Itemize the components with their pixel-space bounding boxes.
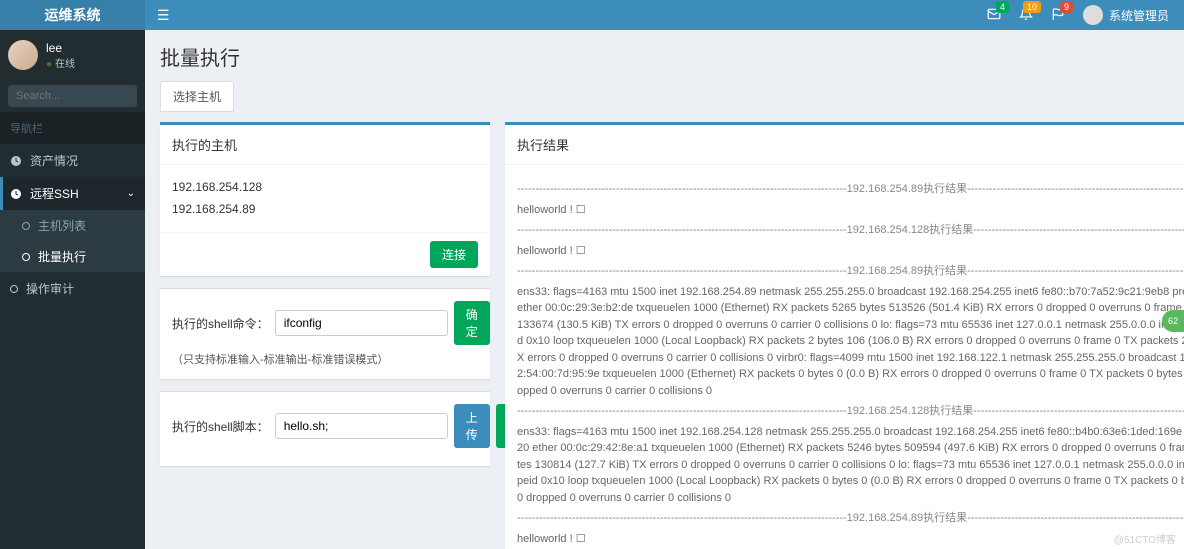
watermark: @51CTO博客	[1114, 531, 1176, 546]
sidebar-item-label: 操作审计	[26, 280, 74, 297]
avatar	[8, 40, 38, 70]
confirm-button[interactable]: 确定	[454, 301, 490, 345]
nav-header: 导航栏	[0, 112, 145, 144]
flag-icon[interactable]: 9	[1051, 7, 1065, 24]
host-list: 192.168.254.128 192.168.254.89	[160, 165, 490, 232]
mail-icon[interactable]: 4	[987, 7, 1001, 24]
result-text: ens33: flags=4163 mtu 1500 inet 192.168.…	[517, 284, 1184, 400]
sidebar-item-label: 资产情况	[30, 152, 78, 169]
result-divider: ----------------------------------------…	[517, 403, 1184, 420]
result-text: ens33: flags=4163 mtu 1500 inet 192.168.…	[517, 424, 1184, 507]
cmd-panel: 执行的shell命令： 确定 （只支持标准输入-标准输出-标准错误模式）	[160, 288, 490, 379]
sidebar-item-audit[interactable]: 操作审计	[0, 272, 145, 305]
script-label: 执行的shell脚本：	[172, 418, 269, 435]
tab-select-host[interactable]: 选择主机	[160, 81, 234, 112]
circle-icon	[22, 253, 30, 261]
connect-button[interactable]: 连接	[430, 241, 478, 268]
sidebar-item-assets[interactable]: 资产情况	[0, 144, 145, 177]
chevron-down-icon: ⌄	[127, 188, 135, 199]
sidebar-item-ssh[interactable]: 远程SSH ⌄	[0, 177, 145, 210]
upload-button[interactable]: 上传	[454, 404, 490, 448]
result-body[interactable]: ----------------------------------------…	[505, 165, 1184, 549]
sidebar-item-label: 批量执行	[38, 248, 86, 265]
result-divider: ----------------------------------------…	[517, 181, 1184, 198]
cmd-label: 执行的shell命令：	[172, 315, 269, 332]
result-text: helloworld ! ☐	[517, 531, 1184, 548]
avatar-icon	[1083, 5, 1103, 25]
brand-logo[interactable]: 运维系统	[0, 0, 145, 30]
cmd-input[interactable]	[275, 310, 448, 336]
result-panel: 执行结果 -----------------------------------…	[505, 122, 1184, 549]
username-label: 系统管理员	[1109, 7, 1169, 24]
cmd-note: （只支持标准输入-标准输出-标准错误模式）	[172, 351, 478, 367]
user-menu[interactable]: 系统管理员	[1083, 5, 1169, 25]
bell-icon[interactable]: 10	[1019, 7, 1033, 24]
tabs: 选择主机	[160, 81, 1169, 112]
topbar: 运维系统 ☰ 4 10 9 系统管理员	[0, 0, 1184, 30]
script-panel: 执行的shell脚本： 上传 执行	[160, 391, 490, 466]
circle-icon	[22, 222, 30, 230]
main-content: 批量执行 选择主机 执行的主机 192.168.254.128 192.168.…	[145, 30, 1184, 549]
circle-icon	[10, 285, 18, 293]
result-divider: ----------------------------------------…	[517, 222, 1184, 239]
menu-toggle-icon[interactable]: ☰	[145, 7, 182, 24]
online-status: 在线	[46, 55, 75, 70]
script-input[interactable]	[275, 413, 448, 439]
result-panel-title: 执行结果	[505, 125, 1184, 165]
host-item: 192.168.254.128	[172, 177, 478, 199]
search-input[interactable]	[8, 85, 166, 107]
sidebar-sub-batch[interactable]: 批量执行	[0, 241, 145, 272]
result-divider: ----------------------------------------…	[517, 510, 1184, 527]
flag-badge: 9	[1060, 1, 1073, 13]
sidebar-username: lee	[46, 41, 75, 55]
sidebar-item-label: 主机列表	[38, 217, 86, 234]
user-panel: lee 在线	[0, 30, 145, 80]
host-item: 192.168.254.89	[172, 199, 478, 221]
result-text: helloworld ! ☐	[517, 202, 1184, 219]
sidebar: lee 在线 导航栏 资产情况 远程SSH ⌄ 主机列表	[0, 30, 145, 549]
sidebar-sub-hosts[interactable]: 主机列表	[0, 210, 145, 241]
hosts-panel-title: 执行的主机	[160, 125, 490, 165]
sidebar-item-label: 远程SSH	[30, 185, 79, 202]
result-divider: ----------------------------------------…	[517, 263, 1184, 280]
mail-badge: 4	[996, 1, 1009, 13]
page-title: 批量执行	[160, 42, 1169, 71]
bell-badge: 10	[1023, 1, 1041, 13]
hosts-panel: 执行的主机 192.168.254.128 192.168.254.89 连接	[160, 122, 490, 276]
result-text: helloworld ! ☐	[517, 243, 1184, 260]
floating-badge[interactable]: 62	[1162, 310, 1184, 332]
